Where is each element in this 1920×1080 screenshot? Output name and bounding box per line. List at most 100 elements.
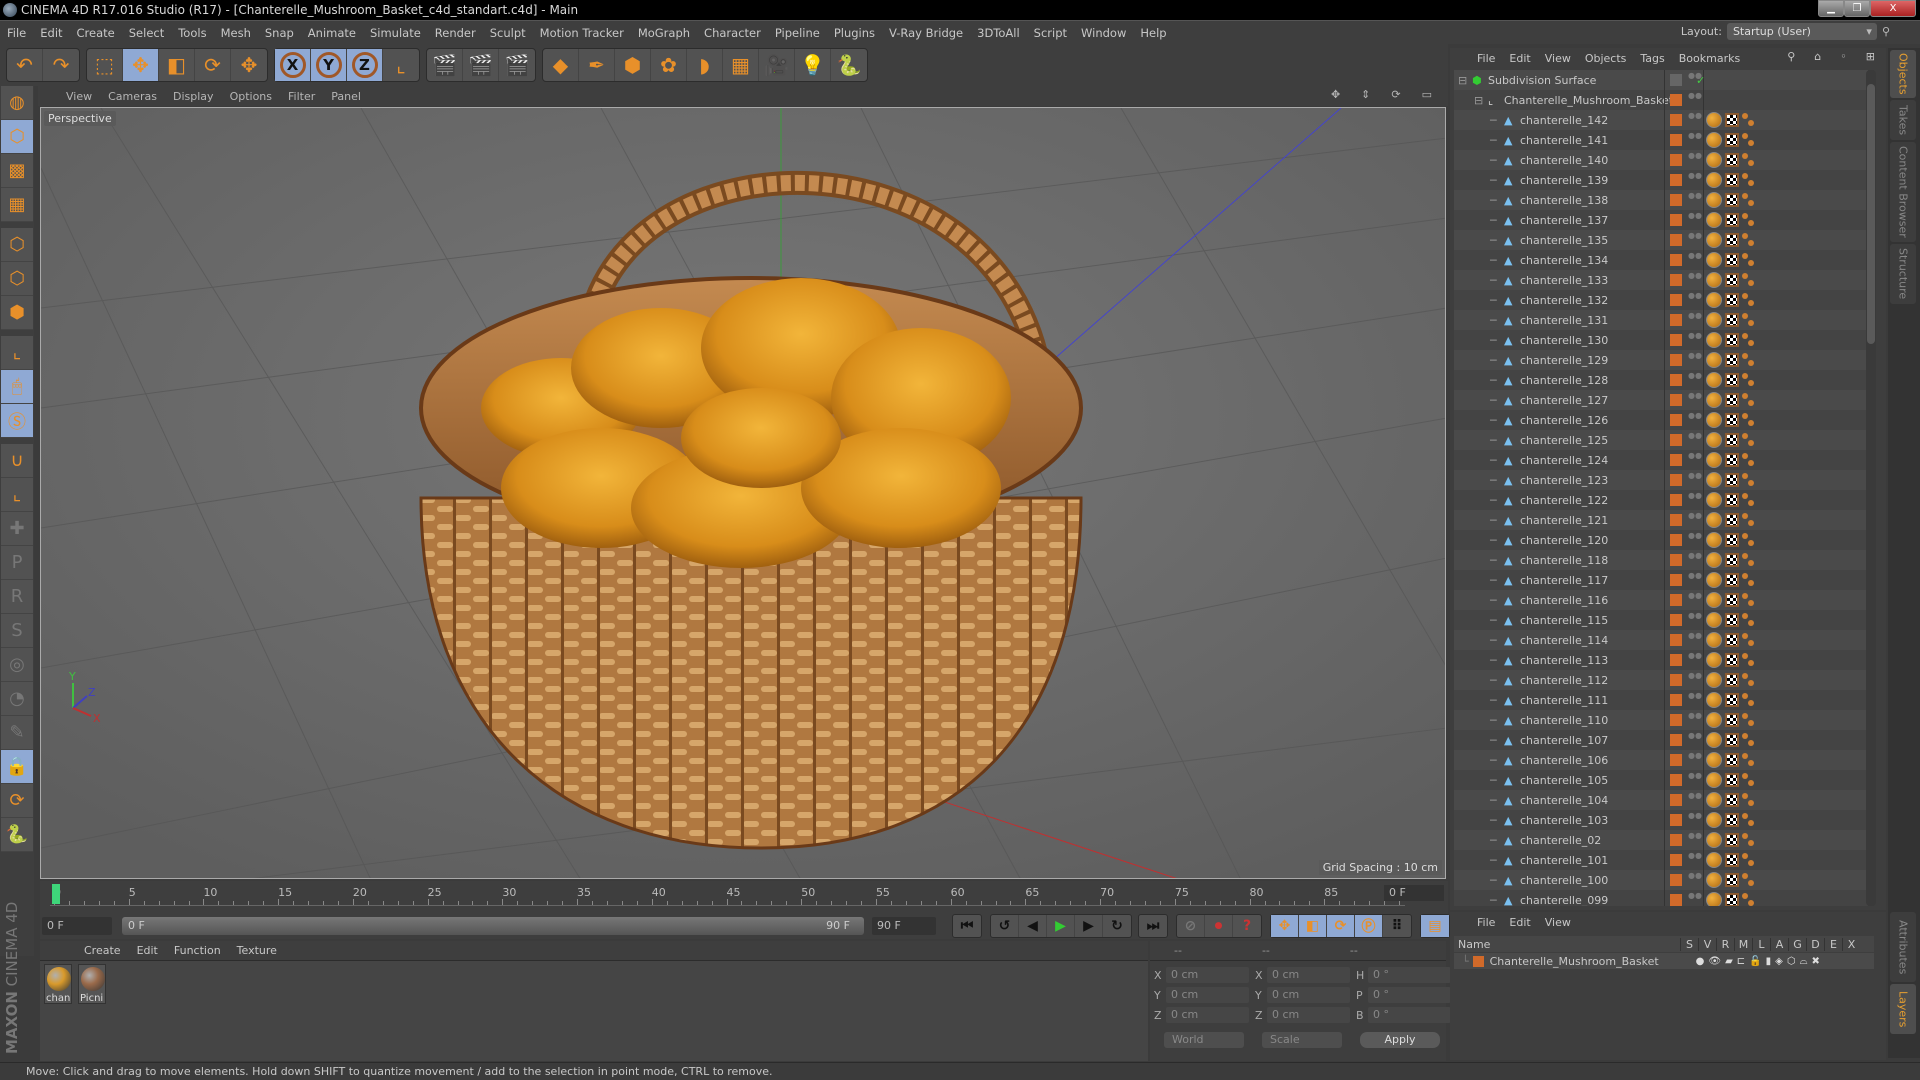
record-keys-icon[interactable]: ⏺ xyxy=(1205,915,1233,937)
menu-window[interactable]: Window xyxy=(1074,26,1133,40)
render-picture-viewer-button[interactable]: 🎬 xyxy=(463,49,499,81)
size-field[interactable]: 0 cm xyxy=(1267,1007,1350,1023)
layer-color-swatch[interactable] xyxy=(1670,134,1682,146)
object-row[interactable]: ─ ▲ chanterelle_133 ●● xyxy=(1454,270,1868,290)
selection-tag-icon[interactable] xyxy=(1742,273,1756,287)
uvw-tag-icon[interactable] xyxy=(1725,213,1739,227)
material-tag-icon[interactable] xyxy=(1706,652,1722,668)
material-tag-icon[interactable] xyxy=(1706,132,1722,148)
layer-color-swatch[interactable] xyxy=(1670,654,1682,666)
object-row[interactable]: ─ ▲ chanterelle_114 ●● xyxy=(1454,630,1868,650)
visibility-dots[interactable]: ●● xyxy=(1688,552,1702,567)
object-row[interactable]: ─ ▲ chanterelle_112 ●● xyxy=(1454,670,1868,690)
visibility-dots[interactable]: ●● xyxy=(1688,612,1702,627)
object-name[interactable]: chanterelle_106 xyxy=(1520,754,1608,767)
layer-empty-swatch[interactable] xyxy=(1670,74,1682,86)
object-row[interactable]: ─ ▲ chanterelle_134 ●● xyxy=(1454,250,1868,270)
object-row[interactable]: ─ ▲ chanterelle_124 ●● xyxy=(1454,450,1868,470)
material-tag-icon[interactable] xyxy=(1706,432,1722,448)
visibility-dots[interactable]: ●● xyxy=(1688,732,1702,747)
tab-attributes[interactable]: Attributes xyxy=(1890,912,1916,982)
object-row[interactable]: ─ ▲ chanterelle_132 ●● xyxy=(1454,290,1868,310)
layer-color-swatch[interactable] xyxy=(1670,754,1682,766)
object-row[interactable]: ─ ▲ chanterelle_135 ●● xyxy=(1454,230,1868,250)
close-button[interactable]: X xyxy=(1870,0,1916,17)
visibility-dots[interactable]: ●● xyxy=(1688,252,1702,267)
axis-mode-button[interactable]: ⌞ xyxy=(1,336,33,370)
layer-color-swatch[interactable] xyxy=(1670,194,1682,206)
key-scale-icon[interactable]: ◧ xyxy=(1299,915,1327,937)
viewport-menu-cameras[interactable]: Cameras xyxy=(100,90,165,103)
floor-button[interactable]: ▦ xyxy=(723,49,759,81)
layer-color-swatch[interactable] xyxy=(1670,834,1682,846)
material-tag-icon[interactable] xyxy=(1706,392,1722,408)
layer-color-swatch[interactable] xyxy=(1670,154,1682,166)
material-tag-icon[interactable] xyxy=(1706,112,1722,128)
object-menu-tags[interactable]: Tags xyxy=(1633,52,1671,65)
menu-mograph[interactable]: MoGraph xyxy=(631,26,697,40)
layout-dropdown[interactable]: Startup (User) xyxy=(1726,23,1877,40)
layer-column-x[interactable]: X xyxy=(1842,937,1860,951)
object-name[interactable]: chanterelle_131 xyxy=(1520,314,1608,327)
pin-edit-button[interactable]: ✎ xyxy=(1,716,33,750)
layer-color-swatch[interactable] xyxy=(1670,554,1682,566)
selection-tag-icon[interactable] xyxy=(1742,213,1756,227)
object-name[interactable]: chanterelle_125 xyxy=(1520,434,1608,447)
visibility-dots[interactable]: ●● xyxy=(1688,392,1702,407)
material-tag-icon[interactable] xyxy=(1706,852,1722,868)
move-view-icon[interactable]: ✥ xyxy=(1323,88,1348,101)
material-menu-create[interactable]: Create xyxy=(76,944,129,957)
3d-viewport[interactable]: Y Z X Perspective Grid Spacing : 10 cm xyxy=(40,107,1446,879)
uvw-tag-icon[interactable] xyxy=(1725,353,1739,367)
object-row[interactable]: ─ ▲ chanterelle_101 ●● xyxy=(1454,850,1868,870)
object-name[interactable]: chanterelle_137 xyxy=(1520,214,1608,227)
scale-button[interactable]: ◧ xyxy=(159,49,195,81)
visibility-dots[interactable]: ●● xyxy=(1688,432,1702,447)
key-parameter-icon[interactable]: Ⓟ xyxy=(1355,915,1383,937)
visibility-dots[interactable]: ●● xyxy=(1688,752,1702,767)
object-row[interactable]: ⊟ ⌞ Chanterelle_Mushroom_Basket ●● xyxy=(1454,90,1868,110)
layer-color-swatch[interactable] xyxy=(1670,534,1682,546)
visibility-dots[interactable]: ●● xyxy=(1688,792,1702,807)
keyframe-selection-icon[interactable]: ? xyxy=(1233,915,1261,937)
selection-tag-icon[interactable] xyxy=(1742,333,1756,347)
camera-button[interactable]: 🎥 xyxy=(759,49,795,81)
material-tag-icon[interactable] xyxy=(1706,512,1722,528)
uvw-tag-icon[interactable] xyxy=(1725,613,1739,627)
visibility-dots[interactable]: ●● xyxy=(1688,692,1702,707)
uvw-tag-icon[interactable] xyxy=(1725,233,1739,247)
object-name[interactable]: chanterelle_140 xyxy=(1520,154,1608,167)
selection-tag-icon[interactable] xyxy=(1742,173,1756,187)
uvw-tag-icon[interactable] xyxy=(1725,393,1739,407)
points-mode-button[interactable]: ⬡ xyxy=(1,228,33,262)
scrollbar-thumb[interactable] xyxy=(1867,84,1875,344)
undo-button[interactable]: ↶ xyxy=(7,49,43,81)
layer-row[interactable]: └ Chanterelle_Mushroom_Basket ● 👁 ▰ ⊏ 🔓 … xyxy=(1454,953,1874,969)
object-list-scrollbar[interactable] xyxy=(1866,70,1876,906)
menu-animate[interactable]: Animate xyxy=(301,26,363,40)
xrefs-icon[interactable]: ✖ xyxy=(1811,956,1819,967)
selection-tag-icon[interactable] xyxy=(1742,293,1756,307)
material-tag-icon[interactable] xyxy=(1706,632,1722,648)
visibility-dots[interactable]: ●● xyxy=(1688,572,1702,587)
visibility-dots[interactable]: ●● xyxy=(1688,512,1702,527)
object-name[interactable]: chanterelle_099 xyxy=(1520,894,1608,907)
home-icon[interactable]: ⌂ xyxy=(1807,50,1828,63)
toggle-layout-icon[interactable]: ▭ xyxy=(1414,88,1440,101)
z-axis-lock-button[interactable]: Z xyxy=(347,49,383,81)
size-field[interactable]: 0 cm xyxy=(1267,987,1350,1003)
uvw-tag-icon[interactable] xyxy=(1725,893,1739,906)
previous-key-icon[interactable]: ↺ xyxy=(991,915,1019,937)
object-name[interactable]: chanterelle_128 xyxy=(1520,374,1608,387)
object-name[interactable]: chanterelle_139 xyxy=(1520,174,1608,187)
uvw-tag-icon[interactable] xyxy=(1725,533,1739,547)
object-name[interactable]: chanterelle_112 xyxy=(1520,674,1608,687)
visibility-dots[interactable]: ●● xyxy=(1688,332,1702,347)
object-name[interactable]: chanterelle_114 xyxy=(1520,634,1608,647)
menu-motion-tracker[interactable]: Motion Tracker xyxy=(533,26,631,40)
python-button[interactable]: 🐍 xyxy=(831,49,867,81)
object-menu-objects[interactable]: Objects xyxy=(1578,52,1634,65)
layer-color-swatch[interactable] xyxy=(1670,254,1682,266)
layer-menu-file[interactable]: File xyxy=(1470,916,1502,929)
playhead[interactable] xyxy=(52,884,60,904)
